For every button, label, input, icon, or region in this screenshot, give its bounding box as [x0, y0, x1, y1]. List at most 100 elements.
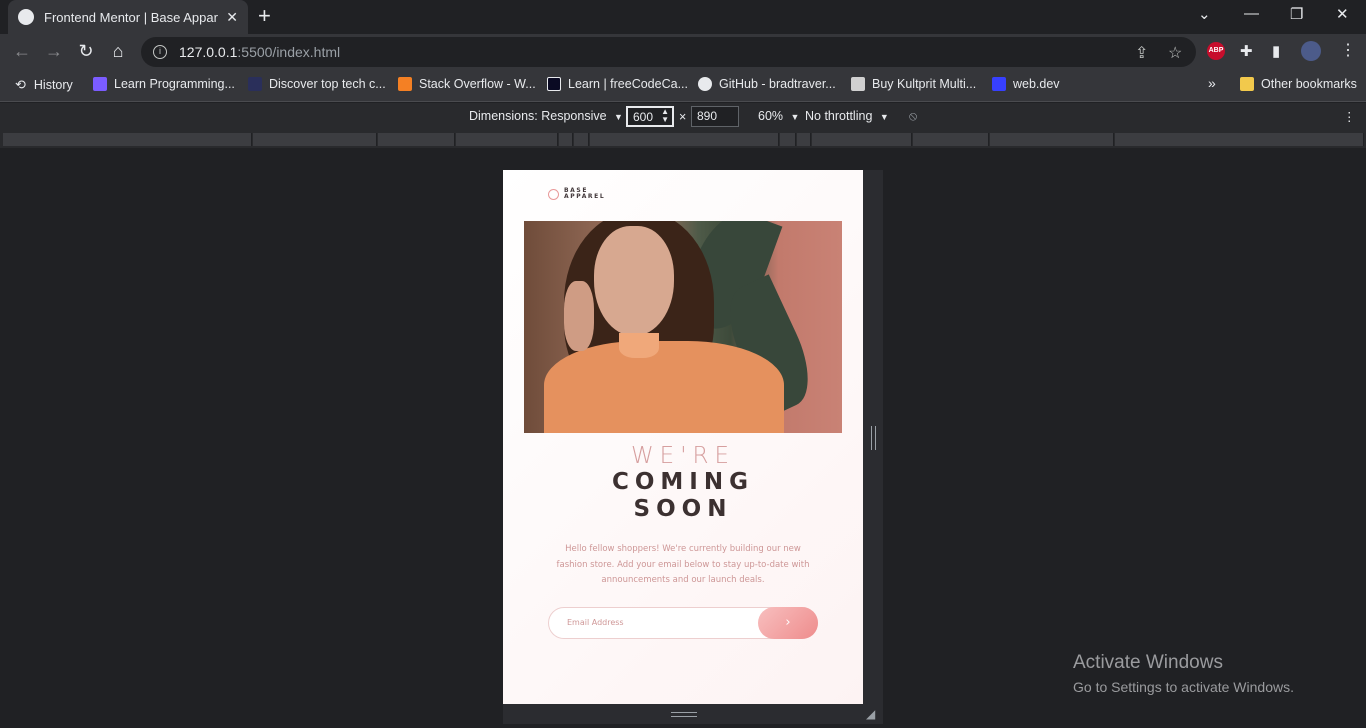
new-tab-button[interactable]: +	[258, 5, 271, 27]
bookmark-star-icon[interactable]: ☆	[1168, 43, 1182, 63]
bookmark-label: Stack Overflow - W...	[419, 77, 536, 91]
browser-toolbar: ← → ↻ ⌂ i 127.0.0.1:5500/index.html ⇪ ☆ …	[0, 34, 1366, 70]
bookmark-favicon-icon	[248, 77, 262, 91]
headline-dark-2: SOON	[633, 496, 733, 522]
bookmark-discover-tech[interactable]: Discover top tech c...	[248, 77, 386, 91]
media-query-segment[interactable]	[378, 133, 455, 146]
submit-button[interactable]: ›	[758, 607, 818, 639]
bookmark-favicon-icon	[398, 77, 412, 91]
bookmark-freecodecamp[interactable]: Learn | freeCodeCa...	[547, 77, 688, 91]
bookmark-favicon-icon	[992, 77, 1006, 91]
arrow-right-icon: ›	[785, 615, 791, 630]
dimensions-dropdown[interactable]: Dimensions: Responsive ▼	[469, 109, 623, 123]
resize-handle-right[interactable]	[871, 426, 876, 450]
other-bookmarks-label: Other bookmarks	[1261, 77, 1357, 91]
media-query-segment[interactable]	[574, 133, 589, 146]
dropdown-arrow-icon: ▼	[790, 112, 800, 122]
site-logo[interactable]: BASE APPAREL	[548, 188, 605, 200]
headline: WE'RE COMING SOON	[503, 443, 863, 523]
bookmark-history[interactable]: ⟲ History	[15, 77, 73, 93]
profile-avatar[interactable]	[1301, 41, 1321, 61]
rotate-icon[interactable]: ⦸	[909, 109, 917, 124]
emulated-viewport: BASE APPAREL WE'RE COMING SOON Hello fel…	[503, 170, 863, 704]
watermark-title: Activate Windows	[1073, 652, 1223, 673]
folder-icon	[1240, 77, 1254, 91]
dimensions-label: Dimensions: Responsive	[469, 109, 607, 123]
minimize-button[interactable]: —	[1244, 5, 1259, 22]
media-query-bar	[0, 131, 1366, 148]
forward-button[interactable]: →	[43, 41, 65, 62]
media-query-segment[interactable]	[456, 133, 558, 146]
dimension-separator: ×	[679, 110, 687, 124]
resize-handle-corner[interactable]: ◢	[866, 707, 875, 721]
extensions-icon[interactable]: ✚	[1240, 42, 1253, 60]
resize-handle-bottom[interactable]	[671, 712, 697, 717]
bookmark-learn-programming[interactable]: Learn Programming...	[93, 77, 235, 91]
github-icon	[698, 77, 712, 91]
bookmark-label: Learn | freeCodeCa...	[568, 77, 688, 91]
bookmark-label: Discover top tech c...	[269, 77, 386, 91]
media-query-segment[interactable]	[253, 133, 377, 146]
media-query-segment[interactable]	[797, 133, 811, 146]
media-query-segment[interactable]	[590, 133, 779, 146]
browser-tab[interactable]: Frontend Mentor | Base Apparel c ✕	[8, 0, 248, 34]
side-panel-icon[interactable]: ▮	[1272, 42, 1280, 60]
adblock-plus-icon[interactable]: ABP	[1207, 42, 1225, 60]
bookmark-label: Buy Kultprit Multi...	[872, 77, 977, 91]
bookmark-github[interactable]: GitHub - bradtraver...	[698, 77, 836, 91]
dropdown-arrow-icon: ▼	[879, 112, 889, 122]
bookmarks-overflow-icon[interactable]: »	[1208, 75, 1216, 91]
tab-close-icon[interactable]: ✕	[226, 9, 238, 26]
media-query-segment[interactable]	[913, 133, 989, 146]
logo-text: BASE APPAREL	[564, 188, 605, 200]
email-form: Email Address ›	[548, 607, 818, 639]
bookmark-favicon-icon	[547, 77, 561, 91]
bookmark-stack-overflow[interactable]: Stack Overflow - W...	[398, 77, 536, 91]
windows-activation-watermark: Activate Windows Go to Settings to activ…	[1073, 652, 1294, 698]
device-toolbar: Dimensions: Responsive ▼ 600 ▲ ▼ × 890 60…	[0, 103, 1366, 131]
tab-strip: Frontend Mentor | Base Apparel c ✕ + ⌄ —…	[0, 0, 1366, 34]
media-query-segment[interactable]	[780, 133, 796, 146]
logo-ring-icon	[548, 188, 559, 200]
stepper-icon[interactable]: ▲ ▼	[661, 108, 669, 124]
bookmark-kultprit[interactable]: Buy Kultprit Multi...	[851, 77, 976, 91]
browser-menu-icon[interactable]: ⋮	[1340, 40, 1356, 60]
history-icon: ⟲	[15, 77, 26, 92]
device-toolbar-menu-icon[interactable]: ⋮	[1343, 109, 1356, 124]
reload-button[interactable]: ↻	[75, 41, 97, 62]
throttling-dropdown[interactable]: No throttling ▼	[805, 109, 889, 123]
hand-shape	[564, 281, 594, 351]
width-input[interactable]: 600 ▲ ▼	[626, 106, 674, 127]
media-query-segment[interactable]	[3, 133, 252, 146]
bookmark-favicon-icon	[851, 77, 865, 91]
media-query-segment[interactable]	[1115, 133, 1364, 146]
email-input[interactable]: Email Address	[567, 618, 624, 627]
height-input[interactable]: 890	[691, 106, 739, 127]
bookmark-label: GitHub - bradtraver...	[719, 77, 836, 91]
height-value: 890	[697, 109, 718, 123]
restore-button[interactable]: ❐	[1290, 5, 1303, 23]
face-shape	[594, 226, 674, 336]
media-query-segment[interactable]	[990, 133, 1114, 146]
site-favicon-icon	[18, 9, 34, 25]
throttling-label: No throttling	[805, 109, 873, 123]
zoom-dropdown[interactable]: 60% ▼	[758, 109, 799, 123]
media-query-segment[interactable]	[812, 133, 912, 146]
bookmark-label: History	[33, 78, 73, 92]
media-query-segment[interactable]	[559, 133, 573, 146]
zoom-label: 60%	[758, 109, 784, 123]
close-window-button[interactable]: ✕	[1336, 5, 1349, 23]
bookmark-favicon-icon	[93, 77, 107, 91]
share-icon[interactable]: ⇪	[1135, 43, 1148, 63]
back-button[interactable]: ←	[11, 41, 33, 62]
bookmark-label: Learn Programming...	[114, 77, 235, 91]
tab-search-chevron-icon[interactable]: ⌄	[1198, 5, 1211, 23]
tab-title: Frontend Mentor | Base Apparel c	[44, 9, 218, 25]
other-bookmarks-folder[interactable]: Other bookmarks	[1240, 77, 1357, 91]
dropdown-arrow-icon: ▼	[614, 112, 623, 122]
address-bar[interactable]: i 127.0.0.1:5500/index.html ⇪ ☆	[141, 37, 1196, 67]
shirt-shape	[544, 341, 784, 433]
bookmark-web-dev[interactable]: web.dev	[992, 77, 1060, 91]
home-button[interactable]: ⌂	[107, 41, 129, 62]
site-info-icon[interactable]: i	[153, 45, 167, 59]
